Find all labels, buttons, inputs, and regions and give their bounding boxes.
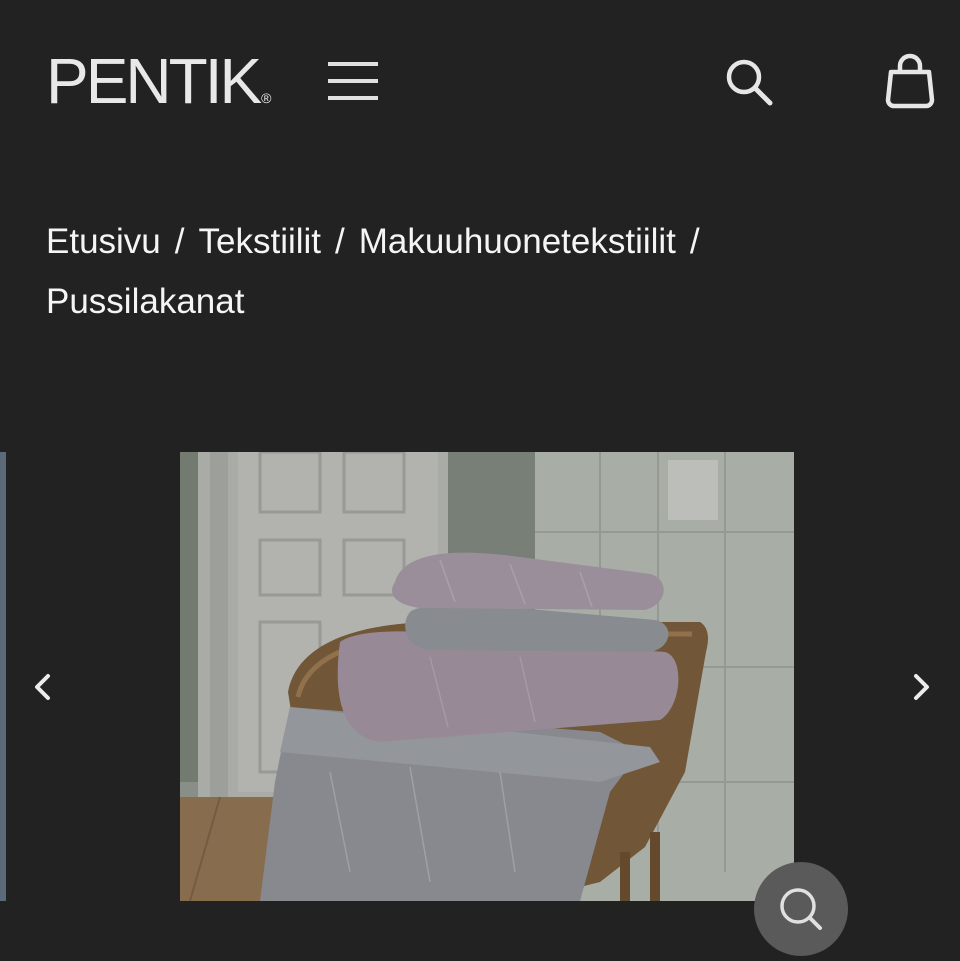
shopping-bag-icon[interactable] (882, 52, 938, 110)
breadcrumb-current-pussilakanat: Pussilakanat (46, 282, 245, 321)
pentik-logo[interactable]: PENTIK ® (46, 46, 271, 133)
hamburger-menu-icon[interactable] (326, 58, 380, 104)
breadcrumb-separator: / (174, 222, 185, 261)
product-image[interactable] (180, 452, 794, 901)
chevron-right-icon[interactable] (902, 662, 942, 712)
site-header: PENTIK ® (0, 0, 960, 160)
previous-slide-peek[interactable] (0, 452, 6, 901)
product-image-carousel (0, 452, 960, 956)
breadcrumb-link-etusivu[interactable]: Etusivu (46, 222, 161, 261)
breadcrumb-separator: / (689, 222, 700, 261)
logo-text: PENTIK (46, 45, 262, 117)
breadcrumb-link-tekstiilit[interactable]: Tekstiilit (199, 222, 322, 261)
chevron-left-icon[interactable] (24, 662, 64, 712)
breadcrumb-separator: / (335, 222, 345, 261)
search-icon[interactable] (722, 55, 776, 109)
registered-mark: ® (261, 90, 272, 106)
zoom-icon[interactable] (754, 862, 848, 956)
breadcrumb: Etusivu / Tekstiilit / Makuuhuonetekstiilit /… (46, 212, 906, 332)
breadcrumb-link-makuuhuonetekstiilit[interactable]: Makuuhuonetekstiilit (359, 222, 676, 261)
